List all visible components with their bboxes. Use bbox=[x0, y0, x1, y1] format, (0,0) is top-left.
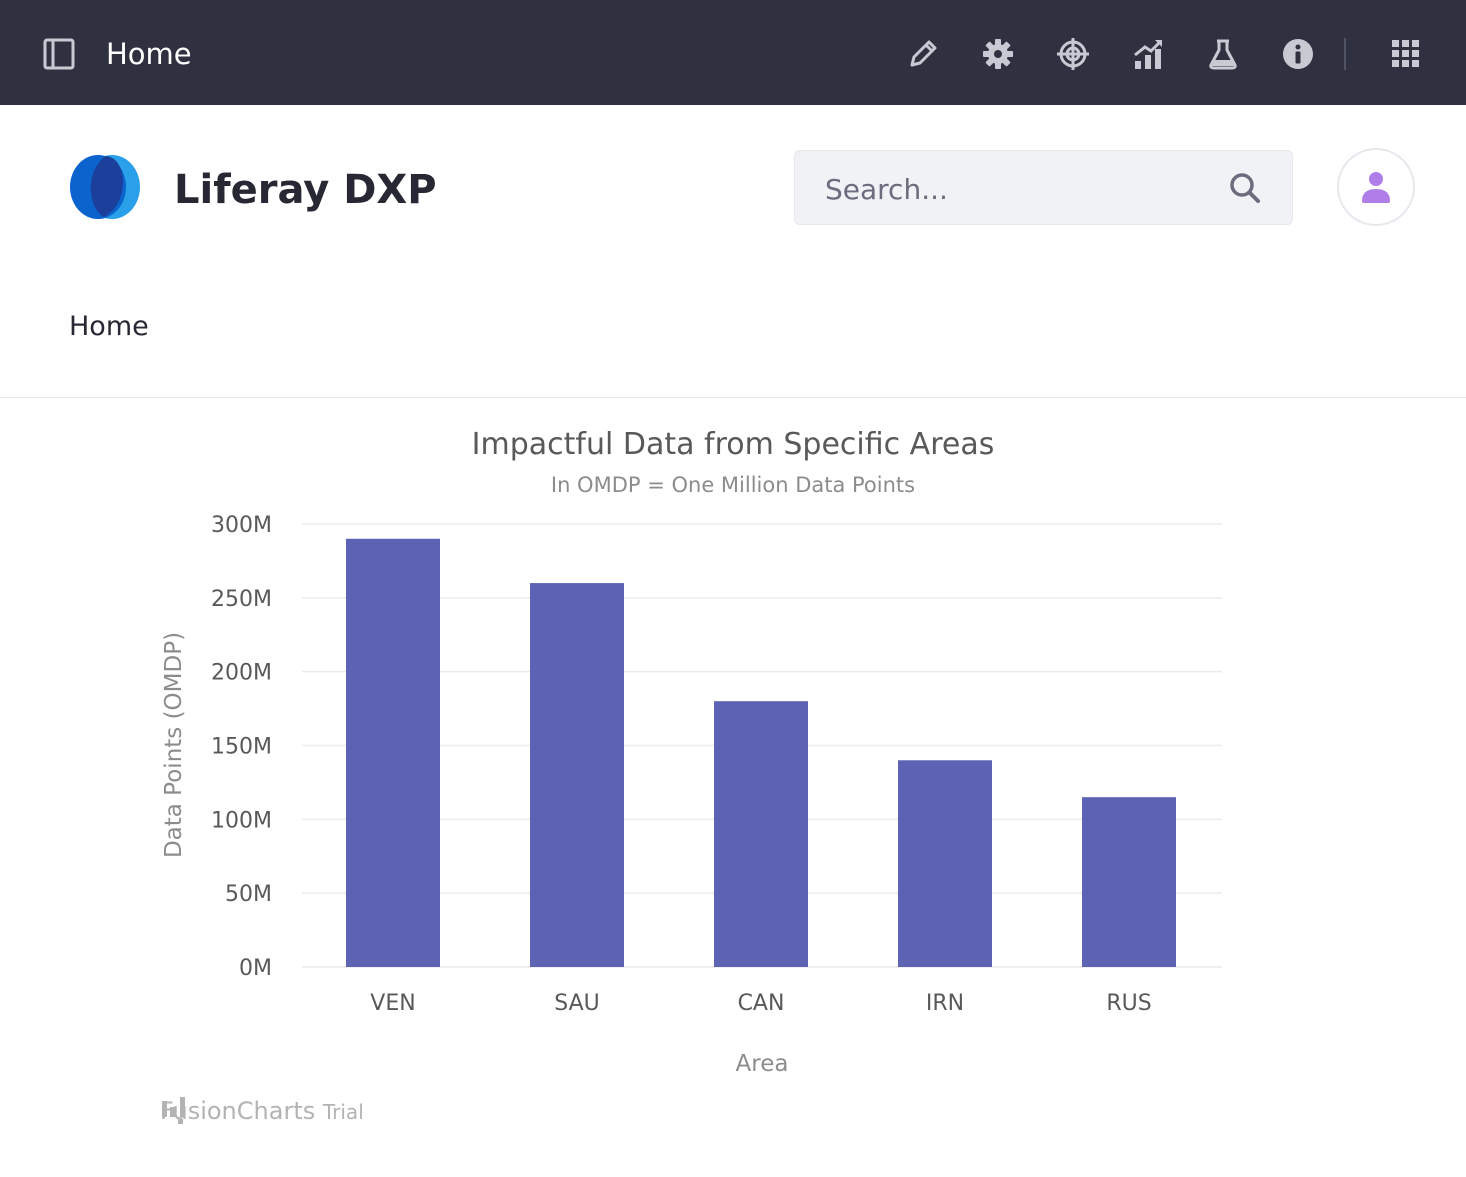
analytics-icon[interactable] bbox=[1130, 36, 1166, 72]
bar-irn bbox=[898, 760, 992, 967]
bar-ven bbox=[346, 538, 440, 967]
watermark-tag: Trial bbox=[322, 1100, 364, 1124]
chart-canvas: 0M 50M 100M 150M 200M 250M 300M VEN SAU CAN IRN RUS… bbox=[161, 513, 1222, 1077]
y-tick-label: 150M bbox=[211, 735, 272, 760]
toolbar-separator bbox=[1344, 38, 1346, 70]
x-tick-label: RUS bbox=[1106, 991, 1151, 1016]
pencil-icon[interactable] bbox=[905, 36, 941, 72]
search-bar bbox=[794, 150, 1293, 225]
info-icon[interactable] bbox=[1280, 36, 1316, 72]
search-input[interactable] bbox=[825, 169, 1205, 209]
apps-grid-icon[interactable] bbox=[1388, 36, 1424, 72]
target-icon[interactable] bbox=[1055, 36, 1091, 72]
x-tick-label: VEN bbox=[370, 991, 415, 1016]
site-logo[interactable] bbox=[68, 153, 144, 223]
y-tick-label: 300M bbox=[211, 513, 272, 538]
search-icon[interactable] bbox=[1227, 170, 1263, 206]
bar-sau bbox=[530, 583, 624, 967]
page-title: Home bbox=[106, 37, 192, 71]
y-tick-label: 200M bbox=[211, 661, 272, 686]
panel-toggle-icon[interactable] bbox=[42, 37, 76, 71]
bar-can bbox=[714, 701, 808, 967]
y-axis-title: Data Points (OMDP) bbox=[161, 632, 187, 858]
user-icon bbox=[1362, 172, 1390, 203]
bar-chart: Impactful Data from Specific Areas In OM… bbox=[0, 398, 1466, 1177]
y-tick-label: 100M bbox=[211, 808, 272, 833]
x-tick-label: CAN bbox=[738, 991, 785, 1016]
x-tick-label: IRN bbox=[926, 991, 964, 1016]
fusioncharts-watermark: FusionCharts Trial bbox=[160, 1095, 364, 1127]
y-tick-label: 250M bbox=[211, 587, 272, 612]
x-tick-label: SAU bbox=[554, 991, 600, 1016]
flask-icon[interactable] bbox=[1205, 36, 1241, 72]
nav-item-home[interactable]: Home bbox=[69, 310, 149, 344]
bar-rus bbox=[1082, 797, 1176, 967]
y-tick-label: 0M bbox=[239, 956, 272, 981]
user-avatar-button[interactable] bbox=[1337, 148, 1415, 226]
control-menu: Home bbox=[0, 0, 1466, 105]
x-axis-title: Area bbox=[736, 1051, 789, 1077]
fusioncharts-logo-icon bbox=[162, 1097, 185, 1124]
site-name[interactable]: Liferay DXP bbox=[174, 166, 437, 214]
y-tick-label: 50M bbox=[225, 882, 272, 907]
gear-icon[interactable] bbox=[980, 36, 1016, 72]
